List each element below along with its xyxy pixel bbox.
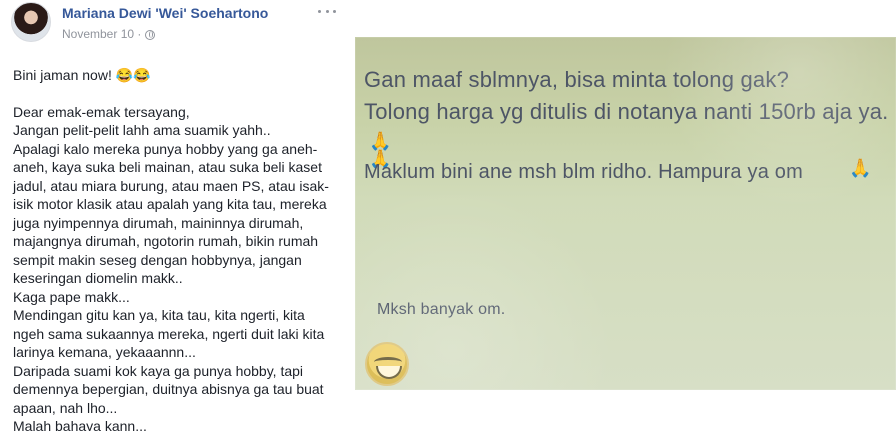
post-line-14: Mendingan gitu kan ya, kita tau, kita ng… [13,307,305,323]
message-line-3: Maklum bini ane msh blm ridho. Hampura y… [364,161,803,183]
avatar[interactable] [11,2,51,42]
post-line-17: Daripada suami kok kaya ga punya hobby, … [13,362,304,379]
post-line-6: aneh, kaya suka beli mainan, atau suka b… [13,159,322,175]
globe-icon [145,30,156,40]
post-line-3: Dear emak-emak tersayang, [13,103,190,120]
post-line-break [13,85,343,103]
praying-hands-icon: 🙏🙏 [369,131,392,169]
author-name[interactable]: Mariana Dewi 'Wei' Soehartono [62,5,268,21]
message-line-2: Tolong harga yg ditulis di notanya nanti… [364,99,889,124]
post-line-13: Kaga pape makk... [13,288,130,305]
post-body: Bini jaman now! 😂😂 Dear emak-emak tersay… [13,66,343,431]
post-line-18: demennya bepergian, duitnya abisnya ga t… [13,381,324,397]
post-line-11: sempit makin seseg dengan hobbynya, jang… [13,251,302,268]
post-line-19: apaan, nah lho... [13,399,118,416]
laughing-face-icon [365,342,409,386]
post-line-15: ngeh sama sukaannya mereka, ngerti duit … [13,325,325,342]
post-line-16: larinya kemana, yekaaannn... [13,344,196,360]
photo-message[interactable]: Gan maaf sblmnya, bisa minta tolong gak?… [355,37,896,390]
post-line-20: Malah bahaya kann... [13,418,147,431]
post-line-8: isik motor klasik atau apalah yang kita … [13,196,327,212]
post-line-4: Jangan pelit-pelit lahh ama suamik yahh.… [13,122,271,138]
praying-hands-icon: 🙏 [849,158,872,178]
post-date[interactable]: November 10 · [62,27,141,41]
post-line-12: keseringan diomelin makk.. [13,270,183,286]
more-options-icon[interactable] [318,4,336,18]
post-line-5: Apalagi kalo mereka punya hobby yang ga … [13,140,318,157]
post-line-10: majangnya dirumah, ngotorin rumah, bikin… [13,233,319,249]
message-line-1: Gan maaf sblmnya, bisa minta tolong gak? [364,67,790,92]
post-line-9: juga nyimpennya dirumah, maininnya dirum… [13,214,304,231]
post-line-1: Bini jaman now! 😂😂 [13,67,151,83]
facebook-post: Mariana Dewi 'Wei' Soehartono November 1… [0,0,350,431]
post-line-7: jadul, atau miara burung, atau maen PS, … [13,177,329,194]
message-line-4: Mksh banyak om. [377,301,506,318]
post-meta: November 10 · [62,27,156,41]
